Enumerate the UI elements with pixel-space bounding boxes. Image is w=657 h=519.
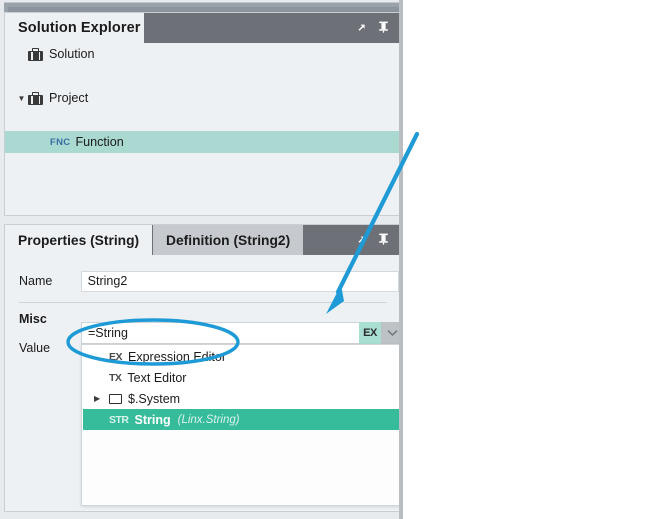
briefcase-icon [28, 91, 43, 105]
float-arrow-icon[interactable] [353, 231, 369, 247]
properties-panel: Properties (String) Definition (String2) [4, 224, 403, 512]
dropdown-item-system-folder[interactable]: ▶ $.System [83, 388, 401, 409]
tree-item-label: Solution [49, 47, 95, 61]
float-arrow-icon[interactable] [353, 19, 369, 35]
value-combobox[interactable]: =String EX [81, 322, 403, 344]
property-row-name: Name String2 [5, 267, 399, 295]
name-input[interactable]: String2 [80, 270, 399, 292]
tree-item-label: Project [49, 91, 89, 105]
tree-item-solution[interactable]: Solution [5, 43, 399, 65]
property-label-name: Name [19, 274, 53, 288]
dropdown-item-label: Text Editor [127, 370, 187, 385]
property-divider [19, 302, 387, 303]
tab-definition-label: Definition (String2) [166, 232, 291, 248]
function-kind-tag: FNC [50, 136, 71, 148]
property-label-value: Value [19, 341, 51, 355]
tab-definition[interactable]: Definition (String2) [153, 225, 304, 255]
expression-editor-icon: EX [109, 350, 123, 363]
app-root: Solution Explorer Solution ▼ Project FNC… [0, 0, 657, 519]
tree-expander-placeholder [15, 43, 28, 65]
dropdown-item-expression-editor[interactable]: EX Expression Editor [83, 346, 401, 367]
dropdown-item-text-editor[interactable]: TX Text Editor [83, 367, 401, 388]
briefcase-icon [28, 47, 43, 61]
solution-tree: Solution ▼ Project FNC Function [5, 43, 399, 215]
dropdown-item-label: Expression Editor [128, 349, 226, 364]
value-dropdown-list[interactable]: EX Expression Editor TX Text Editor ▶ $.… [81, 344, 403, 506]
tab-properties[interactable]: Properties (String) [5, 225, 153, 255]
function-editor-panel: Function × Solution.Project.Function PAR… [403, 0, 657, 519]
tree-expander-icon[interactable]: ▼ [15, 87, 28, 109]
tree-item-function[interactable]: FNC Function [5, 131, 399, 153]
tree-item-project[interactable]: ▼ Project [5, 87, 399, 109]
dropdown-empty-area [83, 430, 401, 504]
tab-solution-explorer[interactable]: Solution Explorer [5, 13, 144, 43]
expression-mode-button[interactable]: EX [359, 322, 381, 344]
properties-titlebar: Properties (String) Definition (String2) [5, 225, 399, 255]
text-editor-icon: TX [109, 371, 122, 384]
dropdown-item-string[interactable]: STR String (Linx.String) [83, 409, 401, 430]
folder-icon [109, 393, 122, 404]
tree-item-label: Function [75, 135, 124, 149]
pin-icon[interactable] [375, 19, 391, 35]
chevron-right-icon[interactable]: ▶ [94, 388, 100, 409]
value-input[interactable]: =String [81, 322, 359, 344]
dropdown-item-label: String [134, 412, 171, 427]
tab-properties-label: Properties (String) [18, 232, 140, 248]
solution-explorer-panel: Solution Explorer Solution ▼ Project FNC… [4, 12, 400, 216]
string-type-icon: STR [109, 413, 129, 426]
dropdown-item-type: (Linx.String) [177, 413, 240, 426]
solution-explorer-title: Solution Explorer [18, 20, 141, 36]
left-column: Solution Explorer Solution ▼ Project FNC… [0, 0, 407, 519]
pin-icon[interactable] [375, 231, 391, 247]
solution-explorer-titlebar: Solution Explorer [5, 13, 399, 43]
property-section-label: Misc [19, 312, 47, 326]
dropdown-item-label: $.System [128, 391, 181, 406]
